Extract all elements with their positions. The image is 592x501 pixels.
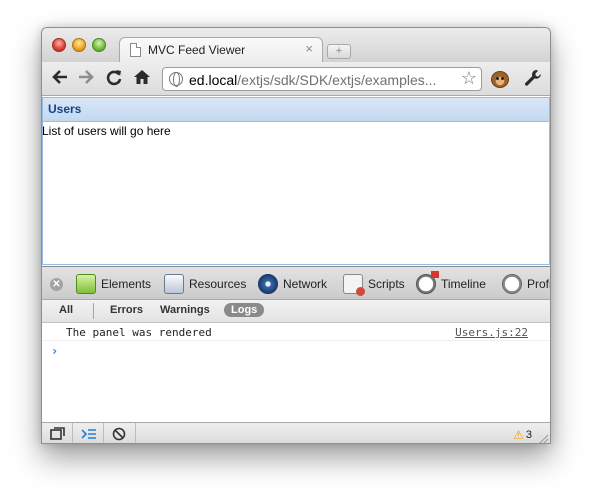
filter-divider — [93, 303, 94, 319]
timeline-icon — [416, 271, 439, 294]
tab-elements-label: Elements — [101, 277, 152, 291]
tab-profiles[interactable]: Profi — [502, 272, 551, 296]
url-text: ed.local/extjs/sdk/SDK/extjs/examples... — [189, 72, 436, 88]
clear-console-button[interactable] — [104, 423, 136, 443]
filter-warnings[interactable]: Warnings — [160, 304, 210, 316]
clear-icon — [112, 427, 126, 441]
filter-all[interactable]: All — [59, 304, 73, 316]
minimize-window-button[interactable] — [72, 38, 86, 52]
wrench-icon — [525, 70, 541, 86]
devtools-close-icon[interactable]: ✕ — [50, 278, 63, 291]
monkey-extension-icon[interactable] — [491, 71, 509, 88]
console-toggle-button[interactable] — [73, 423, 104, 443]
browser-tab[interactable]: MVC Feed Viewer × — [119, 37, 323, 63]
dock-toggle-button[interactable] — [42, 423, 73, 443]
warning-counter[interactable]: ⚠ 3 — [513, 428, 532, 442]
filter-logs[interactable]: Logs — [224, 303, 265, 317]
tab-profiles-label: Profi — [527, 277, 551, 291]
home-icon — [134, 70, 150, 84]
dock-icon — [50, 427, 65, 440]
forward-button[interactable] — [76, 68, 96, 88]
users-panel: Users List of users will go here — [42, 97, 550, 265]
console-message-text: The panel was rendered — [66, 326, 212, 339]
browser-window: MVC Feed Viewer × + ed.local/extjs/sdk/S… — [41, 27, 551, 444]
panel-body-text: List of users will go here — [42, 124, 171, 138]
address-bar[interactable]: ed.local/extjs/sdk/SDK/extjs/examples...… — [162, 67, 482, 91]
console-icon — [81, 429, 96, 439]
network-icon — [258, 274, 278, 294]
warning-icon: ⚠ — [513, 428, 524, 442]
console-prompt[interactable]: › — [51, 344, 58, 358]
globe-icon — [169, 72, 183, 87]
panel-title: Users — [43, 98, 549, 122]
home-button[interactable] — [132, 68, 152, 88]
bookmark-star-icon[interactable]: ☆ — [461, 68, 477, 89]
tab-resources[interactable]: Resources — [164, 272, 246, 296]
console-message-source-link[interactable]: Users.js:22 — [455, 326, 528, 339]
new-tab-button[interactable]: + — [327, 44, 351, 59]
zoom-window-button[interactable] — [92, 38, 106, 52]
forward-arrow-icon — [79, 70, 94, 84]
close-window-button[interactable] — [52, 38, 66, 52]
back-button[interactable] — [50, 68, 70, 88]
tab-timeline-label: Timeline — [441, 277, 486, 291]
resources-icon — [164, 274, 184, 294]
console-message: The panel was rendered Users.js:22 — [42, 324, 550, 341]
back-arrow-icon — [52, 70, 67, 84]
reload-button[interactable] — [104, 68, 124, 88]
tab-strip: MVC Feed Viewer × + — [42, 28, 550, 63]
devtools-toolbar: ✕ Elements Resources Network Scripts Tim… — [42, 266, 550, 300]
devtools-status-bar: ⚠ 3 — [42, 422, 550, 444]
tab-resources-label: Resources — [189, 277, 247, 291]
filter-errors[interactable]: Errors — [110, 304, 143, 316]
url-path: /extjs/sdk/SDK/extjs/examples... — [237, 72, 437, 88]
tab-title: MVC Feed Viewer — [148, 43, 246, 57]
warning-count: 3 — [525, 429, 532, 441]
tab-elements[interactable]: Elements — [76, 272, 151, 296]
console-output: The panel was rendered Users.js:22 › — [42, 324, 550, 358]
tab-network[interactable]: Network — [258, 272, 327, 296]
tab-close-icon[interactable]: × — [305, 41, 313, 56]
devtools-pane: ✕ Elements Resources Network Scripts Tim… — [42, 266, 550, 444]
resize-grip-icon[interactable] — [538, 433, 549, 444]
tab-scripts-label: Scripts — [368, 277, 405, 291]
page-icon — [130, 43, 141, 57]
profiles-icon — [502, 274, 522, 294]
tab-scripts[interactable]: Scripts — [343, 272, 405, 296]
tab-network-label: Network — [283, 277, 328, 291]
scripts-icon — [343, 274, 365, 296]
elements-icon — [76, 274, 96, 294]
browser-toolbar: ed.local/extjs/sdk/SDK/extjs/examples...… — [42, 62, 550, 96]
url-host: ed.local — [189, 72, 238, 88]
wrench-menu-button[interactable] — [522, 67, 544, 89]
tab-timeline[interactable]: Timeline — [416, 271, 486, 296]
console-filter-bar: All Errors Warnings Logs — [42, 300, 550, 323]
reload-icon — [106, 70, 122, 86]
